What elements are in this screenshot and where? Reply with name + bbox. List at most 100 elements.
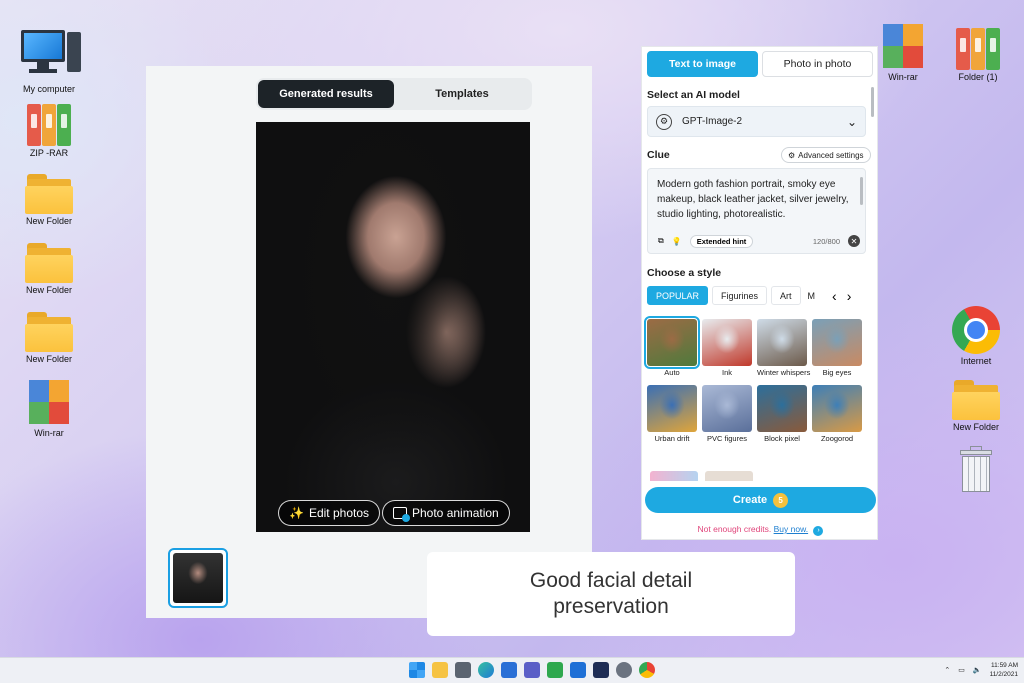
advanced-settings-button[interactable]: ⚙ Advanced settings xyxy=(781,147,871,163)
style-option[interactable]: Winter whispers xyxy=(757,319,810,377)
edit-photos-label: Edit photos xyxy=(308,506,369,520)
style-title: Choose a style xyxy=(647,267,722,279)
chip-figurines[interactable]: Figurines xyxy=(712,286,768,305)
create-label: Create xyxy=(732,494,768,506)
scrollbar[interactable] xyxy=(871,87,874,117)
app-icon[interactable] xyxy=(593,662,609,678)
style-option[interactable]: Auto xyxy=(644,316,700,377)
start-icon[interactable] xyxy=(409,662,425,678)
generator-panel: Text to image Photo in photo Select an A… xyxy=(641,46,878,540)
style-label: PVC figures xyxy=(706,434,748,443)
result-thumbnail[interactable] xyxy=(168,548,228,608)
folder-icon xyxy=(25,172,73,214)
style-option[interactable]: PVC figures xyxy=(702,385,752,443)
desktop-icon-new-folder[interactable]: New Folder xyxy=(14,310,84,364)
results-panel: Generated results Templates ✨ Edit photo… xyxy=(146,66,592,618)
chevron-down-icon: ⌄ xyxy=(846,114,857,129)
taskbar: ⌃ ▭ 🔈 11:59 AM 11/2/2021 xyxy=(0,657,1024,683)
caption-line-1: Good facial detail xyxy=(529,569,693,592)
network-icon[interactable]: ▭ xyxy=(958,666,965,674)
chip-popular[interactable]: POPULAR xyxy=(647,286,709,305)
create-button[interactable]: Create 5 xyxy=(645,487,876,513)
settings-icon[interactable] xyxy=(616,662,632,678)
style-grid: Auto Ink Winter whispers Big eyes Urban drif… xyxy=(644,316,867,443)
desktop-icon-label: New Folder xyxy=(25,354,72,364)
chevron-right-icon[interactable]: › xyxy=(847,288,852,304)
computer-icon xyxy=(17,26,81,82)
chrome-icon xyxy=(952,306,1000,354)
file-explorer-icon[interactable] xyxy=(432,662,448,678)
desktop-icon-new-folder[interactable]: New Folder xyxy=(14,172,84,226)
prompt-tools: ⧉ 💡 Extended hint 120/800 ✕ xyxy=(658,234,860,248)
advanced-settings-label: Advanced settings xyxy=(798,150,864,160)
photo-animation-label: Photo animation xyxy=(412,506,499,520)
style-thumbnail xyxy=(702,385,752,432)
bulb-icon[interactable]: 💡 xyxy=(672,237,682,246)
desktop-icon-label: Win-rar xyxy=(34,428,64,438)
desktop-icon-folder-1[interactable]: Folder (1) xyxy=(943,24,1013,82)
store-icon[interactable] xyxy=(501,662,517,678)
edit-photos-button[interactable]: ✨ Edit photos xyxy=(278,500,380,526)
style-thumbnail xyxy=(812,319,862,366)
prompt-text: Modern goth fashion portrait, smoky eye … xyxy=(657,179,849,220)
chevron-up-icon[interactable]: ⌃ xyxy=(944,666,950,674)
style-label: Zoogorod xyxy=(820,434,854,443)
copy-icon[interactable]: ⧉ xyxy=(658,236,664,246)
tab-templates[interactable]: Templates xyxy=(394,80,530,108)
generated-image[interactable]: ✨ Edit photos Photo animation xyxy=(256,122,530,532)
mode-tabs: Text to image Photo in photo xyxy=(647,51,873,77)
desktop-icon-label: Win-rar xyxy=(888,72,918,82)
clear-icon[interactable]: ✕ xyxy=(848,235,860,247)
tab-photo-in-photo[interactable]: Photo in photo xyxy=(762,51,873,77)
chrome-taskbar-icon[interactable] xyxy=(639,662,655,678)
desktop-icon-my-computer[interactable]: My computer xyxy=(14,26,84,94)
desktop-icon-win-rar[interactable]: Win-rar xyxy=(14,378,84,438)
desktop-icon-recycle-bin[interactable] xyxy=(941,446,1011,494)
binders-icon xyxy=(954,24,1002,70)
caption-card: Good facial detail preservation xyxy=(427,552,795,636)
credits-text: Not enough credits. xyxy=(697,524,772,534)
model-section-title: Select an AI model xyxy=(647,89,740,101)
desktop-icon-label: Folder (1) xyxy=(958,72,998,82)
desktop-icon-label: My computer xyxy=(22,84,75,94)
style-option[interactable]: Block pixel xyxy=(757,385,807,443)
style-option[interactable]: Urban drift xyxy=(647,385,697,443)
photo-animation-button[interactable]: Photo animation xyxy=(382,500,510,526)
style-option[interactable]: Ink xyxy=(702,319,752,377)
image-play-icon xyxy=(393,507,410,522)
edge-icon[interactable] xyxy=(478,662,494,678)
style-thumbnail xyxy=(757,385,807,432)
tab-text-to-image[interactable]: Text to image xyxy=(647,51,758,77)
magic-wand-icon: ✨ xyxy=(289,506,304,520)
buy-now-link[interactable]: Buy now. xyxy=(774,524,809,534)
caption-line-2: preservation xyxy=(553,595,669,618)
style-label: Auto xyxy=(664,368,680,377)
clock[interactable]: 11:59 AM 11/2/2021 xyxy=(990,661,1018,679)
chevron-left-icon[interactable]: ‹ xyxy=(832,288,837,304)
style-preview-partial xyxy=(650,471,753,481)
tab-generated-results[interactable]: Generated results xyxy=(258,80,394,108)
style-option[interactable]: Big eyes xyxy=(812,319,862,377)
chip-more[interactable]: M xyxy=(805,286,819,305)
teams-icon[interactable] xyxy=(524,662,540,678)
extended-hint-button[interactable]: Extended hint xyxy=(689,234,754,248)
desktop-icon-label: New Folder xyxy=(25,285,72,295)
prompt-scrollbar[interactable] xyxy=(860,177,863,205)
photos-icon[interactable] xyxy=(570,662,586,678)
desktop-icon-win-rar[interactable]: Win-rar xyxy=(868,22,938,82)
style-option[interactable]: Zoogorod xyxy=(812,385,862,443)
style-label: Big eyes xyxy=(822,368,852,377)
recycle-bin-icon xyxy=(958,446,994,494)
model-select[interactable]: ⚙ GPT-Image-2 ⌄ xyxy=(647,106,866,137)
volume-icon[interactable]: 🔈 xyxy=(973,666,982,674)
chip-art[interactable]: Art xyxy=(771,286,801,305)
maps-icon[interactable] xyxy=(547,662,563,678)
desktop-icon-new-folder[interactable]: New Folder xyxy=(941,378,1011,432)
coin-icon: 5 xyxy=(773,492,789,508)
arrow-right-icon[interactable]: › xyxy=(813,526,824,536)
camera-icon[interactable] xyxy=(455,662,471,678)
desktop-icon-new-folder[interactable]: New Folder xyxy=(14,241,84,295)
desktop-icon-zip-rar[interactable]: ZIP -RAR xyxy=(14,100,84,158)
desktop-icon-internet[interactable]: Internet xyxy=(941,306,1011,366)
folder-icon xyxy=(25,241,73,283)
